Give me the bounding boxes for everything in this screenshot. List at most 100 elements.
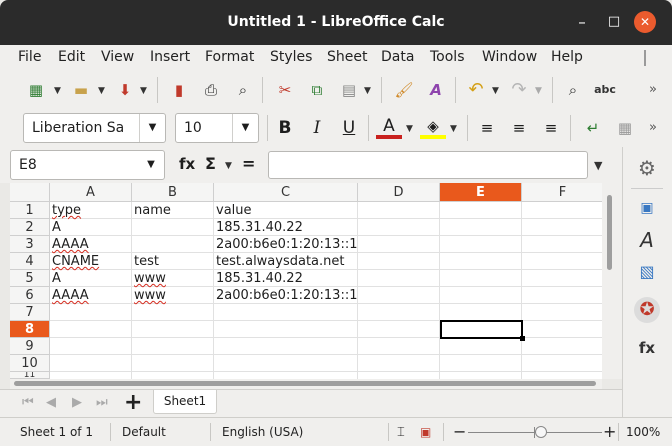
cell[interactable] bbox=[358, 304, 440, 321]
align-left-icon[interactable]: ≡ bbox=[474, 115, 500, 141]
cell[interactable] bbox=[358, 372, 440, 379]
export-pdf-icon[interactable]: ▮ bbox=[166, 77, 192, 103]
row-header[interactable]: 7 bbox=[10, 304, 50, 321]
document-modified-icon[interactable]: ▣ bbox=[420, 425, 431, 439]
cell[interactable] bbox=[132, 236, 214, 253]
merge-cells-icon[interactable]: ▦ bbox=[612, 115, 638, 141]
cell[interactable] bbox=[440, 270, 522, 287]
save-icon[interactable]: ⬇ bbox=[112, 77, 138, 103]
column-header-b[interactable]: B bbox=[132, 183, 214, 202]
column-header-a[interactable]: A bbox=[50, 183, 132, 202]
row-header[interactable]: 5 bbox=[10, 270, 50, 287]
new-spreadsheet-icon[interactable]: ▦ bbox=[23, 77, 49, 103]
menu-tools[interactable]: Tools bbox=[430, 49, 465, 65]
open-dropdown-icon[interactable]: ▼ bbox=[98, 86, 105, 96]
cell[interactable] bbox=[358, 321, 440, 338]
cell[interactable] bbox=[50, 372, 132, 379]
row-header[interactable]: 4 bbox=[10, 253, 50, 270]
undo-dropdown-icon[interactable]: ▼ bbox=[492, 86, 499, 96]
bold-icon[interactable]: B bbox=[272, 115, 298, 141]
cell[interactable]: www bbox=[132, 270, 214, 287]
horizontal-scroll-thumb[interactable] bbox=[14, 381, 596, 386]
menu-data[interactable]: Data bbox=[381, 49, 414, 65]
copy-icon[interactable]: ⧉ bbox=[304, 77, 330, 103]
vertical-scrollbar[interactable] bbox=[602, 183, 622, 379]
paste-dropdown-icon[interactable]: ▼ bbox=[364, 86, 371, 96]
menu-styles[interactable]: Styles bbox=[270, 49, 312, 65]
cell[interactable] bbox=[132, 355, 214, 372]
cell[interactable] bbox=[50, 304, 132, 321]
cell[interactable] bbox=[440, 355, 522, 372]
zoom-in-icon[interactable]: + bbox=[603, 422, 616, 441]
font-color-dropdown-icon[interactable]: ▼ bbox=[406, 124, 413, 134]
column-header-f[interactable]: F bbox=[522, 183, 602, 202]
cell[interactable] bbox=[522, 253, 602, 270]
cell[interactable]: 2a00:b6e0:1:20:13::1 bbox=[214, 236, 358, 253]
cell[interactable] bbox=[440, 304, 522, 321]
cell[interactable] bbox=[214, 338, 358, 355]
align-right-icon[interactable]: ≡ bbox=[538, 115, 564, 141]
font-size-combo[interactable]: 10 ▼ bbox=[175, 113, 259, 143]
find-replace-icon[interactable]: ⌕ bbox=[560, 77, 586, 103]
chevron-down-icon[interactable]: ▼ bbox=[139, 114, 165, 142]
highlight-dropdown-icon[interactable]: ▼ bbox=[450, 124, 457, 134]
cell[interactable] bbox=[440, 219, 522, 236]
spreadsheet-grid[interactable]: A B C D E F 1 2 3 4 5 6 7 8 9 10 11 type… bbox=[10, 183, 602, 379]
menu-format[interactable]: Format bbox=[205, 49, 254, 65]
gallery-icon[interactable]: ▧ bbox=[634, 259, 660, 285]
add-sheet-button[interactable]: + bbox=[124, 390, 142, 415]
cell[interactable] bbox=[440, 253, 522, 270]
sum-icon[interactable]: Σ bbox=[205, 154, 216, 173]
row-header[interactable]: 1 bbox=[10, 202, 50, 219]
cell[interactable] bbox=[132, 321, 214, 338]
sheet-tab-sheet1[interactable]: Sheet1 bbox=[153, 390, 217, 414]
new-dropdown-icon[interactable]: ▼ bbox=[54, 86, 61, 96]
vertical-scroll-thumb[interactable] bbox=[607, 195, 612, 270]
cell[interactable] bbox=[214, 355, 358, 372]
cell[interactable] bbox=[214, 304, 358, 321]
row-header[interactable]: 9 bbox=[10, 338, 50, 355]
gear-icon[interactable]: ⚙ bbox=[634, 155, 660, 181]
cell[interactable] bbox=[440, 338, 522, 355]
cell[interactable] bbox=[440, 372, 522, 379]
save-dropdown-icon[interactable]: ▼ bbox=[140, 86, 147, 96]
properties-icon[interactable]: ▣ bbox=[634, 195, 660, 221]
functions-icon[interactable]: fx bbox=[634, 335, 660, 361]
menu-insert[interactable]: Insert bbox=[150, 49, 190, 65]
cell[interactable] bbox=[522, 338, 602, 355]
menu-window[interactable]: Window bbox=[482, 49, 537, 65]
cell[interactable]: www bbox=[132, 287, 214, 304]
last-sheet-icon[interactable]: ⏭ bbox=[96, 395, 108, 410]
select-all-corner[interactable] bbox=[10, 183, 50, 202]
cell[interactable] bbox=[50, 321, 132, 338]
horizontal-scrollbar[interactable] bbox=[10, 379, 602, 389]
column-header-c[interactable]: C bbox=[214, 183, 358, 202]
row-header[interactable]: 2 bbox=[10, 219, 50, 236]
cell[interactable] bbox=[522, 219, 602, 236]
first-sheet-icon[interactable]: ⏮ bbox=[22, 395, 34, 410]
column-header-e[interactable]: E bbox=[440, 183, 522, 202]
row-header[interactable]: 11 bbox=[10, 372, 50, 379]
cell[interactable]: value bbox=[214, 202, 358, 219]
previous-sheet-icon[interactable]: ◀ bbox=[46, 395, 56, 410]
clear-formatting-icon[interactable]: A bbox=[423, 77, 449, 103]
cell[interactable]: A bbox=[50, 270, 132, 287]
clone-formatting-icon[interactable]: 🖌 bbox=[391, 77, 417, 103]
cell[interactable]: 185.31.40.22 bbox=[214, 270, 358, 287]
cell[interactable] bbox=[522, 236, 602, 253]
highlight-icon[interactable]: ◈ bbox=[420, 113, 446, 139]
undo-icon[interactable]: ↶ bbox=[463, 77, 489, 103]
menu-help[interactable]: Help bbox=[551, 49, 583, 65]
cell[interactable] bbox=[358, 253, 440, 270]
sum-dropdown-icon[interactable]: ▼ bbox=[225, 161, 232, 171]
page-style[interactable]: Default bbox=[122, 425, 166, 439]
cell[interactable]: AAAA bbox=[50, 236, 132, 253]
styles-icon[interactable]: A bbox=[634, 227, 660, 253]
cell[interactable] bbox=[522, 372, 602, 379]
redo-icon[interactable]: ↷ bbox=[506, 77, 532, 103]
cell[interactable] bbox=[522, 355, 602, 372]
redo-dropdown-icon[interactable]: ▼ bbox=[535, 86, 542, 96]
selection-mode-icon[interactable]: ⌶ bbox=[397, 425, 405, 440]
cell[interactable] bbox=[522, 202, 602, 219]
cell[interactable]: test.alwaysdata.net bbox=[214, 253, 358, 270]
